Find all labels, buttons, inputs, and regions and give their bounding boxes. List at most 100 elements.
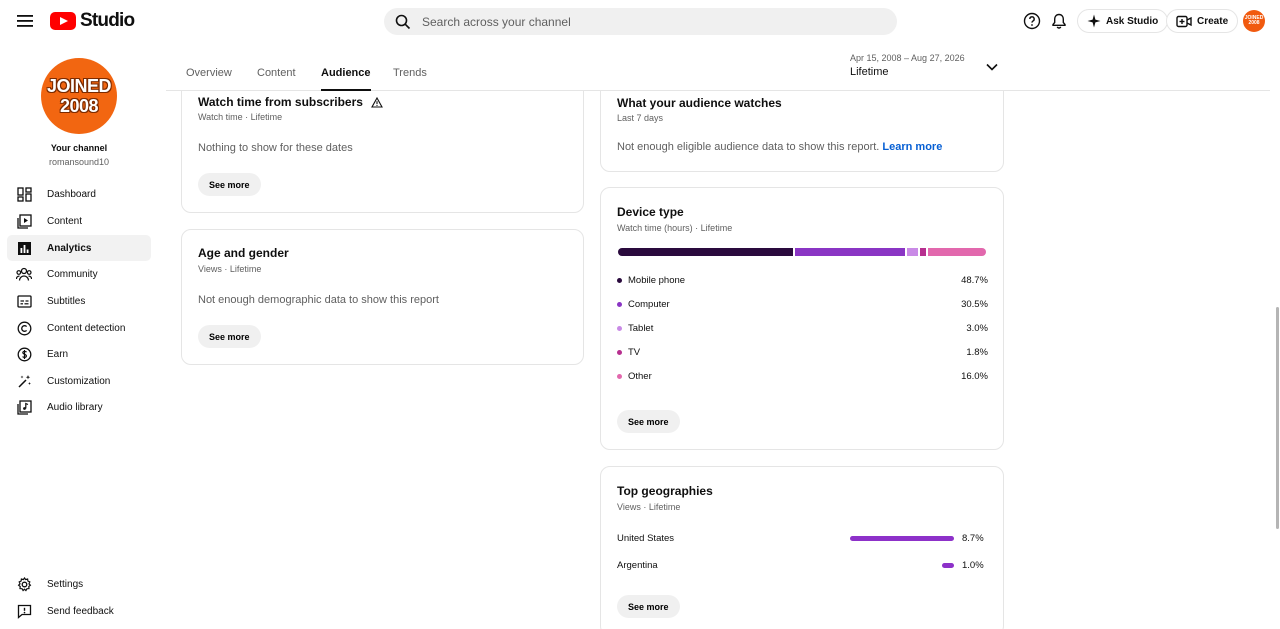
device-type-card: Device type Watch time (hours) · Lifetim… (600, 187, 1004, 450)
see-more-button[interactable]: See more (617, 595, 680, 618)
legend-dot (617, 277, 622, 283)
card-subtitle: Last 7 days (617, 113, 664, 123)
create-label: Create (1197, 15, 1229, 27)
legend-dot (617, 325, 622, 331)
card-title-wrapper: Watch time from subscribers (198, 95, 383, 109)
sidebar-item-label: Dashboard (47, 188, 96, 200)
analytics-icon (16, 240, 32, 256)
device-label: Computer (628, 298, 670, 310)
sidebar-item-label: Community (47, 268, 98, 280)
device-legend-row: Computer 30.5% (617, 297, 988, 311)
sidebar-item-content-detection[interactable]: Content detection (7, 315, 151, 341)
date-range-text: Apr 15, 2008 – Aug 27, 2026 (850, 53, 965, 63)
sidebar-item-label: Earn (47, 348, 69, 360)
chevron-down-icon[interactable] (984, 59, 1000, 75)
analytics-tabs: Overview Content Audience Trends Apr 15,… (166, 42, 1270, 91)
sidebar-item-earn[interactable]: Earn (7, 341, 151, 367)
geography-row: United States 8.7% (617, 532, 985, 546)
warning-icon[interactable] (371, 96, 383, 108)
card-title: What your audience watches (617, 96, 782, 110)
card-title: Age and gender (198, 246, 289, 260)
tab-audience[interactable]: Audience (321, 67, 371, 91)
legend-dot (617, 301, 622, 307)
account-avatar[interactable]: JOINED 2008 (1243, 10, 1265, 32)
device-label: TV (628, 346, 641, 358)
sidebar-item-customization[interactable]: Customization (7, 368, 151, 394)
channel-avatar-line1: JOINED (46, 76, 112, 96)
sidebar-item-community[interactable]: Community (7, 261, 151, 287)
date-range-preset: Lifetime (850, 66, 889, 78)
channel-handle: romansound10 (48, 157, 110, 167)
sidebar-item-label: Content detection (47, 322, 126, 334)
device-bar-segment[interactable] (919, 248, 927, 256)
sparkle-icon (1087, 14, 1101, 28)
legend-dot (617, 373, 622, 379)
device-value: 1.8% (966, 346, 988, 358)
device-label: Other (628, 370, 652, 382)
card-title: Watch time from subscribers (198, 95, 363, 109)
device-bar-segment[interactable] (795, 248, 906, 256)
search-icon[interactable] (394, 13, 412, 31)
sidebar-item-subtitles[interactable]: Subtitles (7, 288, 151, 314)
learn-more-link[interactable]: Learn more (882, 141, 942, 153)
card-message-text: Not enough eligible audience data to sho… (617, 141, 880, 153)
geography-name: Argentina (617, 560, 658, 571)
gear-icon (16, 576, 32, 592)
content-icon (16, 213, 32, 229)
account-avatar-text: JOINED 2008 (1244, 15, 1264, 26)
subtitles-icon (16, 293, 32, 309)
geography-value: 1.0% (962, 560, 984, 571)
device-value: 30.5% (961, 298, 988, 310)
tab-trends[interactable]: Trends (393, 67, 427, 91)
menu-button[interactable] (14, 10, 36, 32)
sidebar-item-label: Send feedback (47, 605, 114, 617)
your-channel-label: Your channel (50, 143, 108, 153)
sidebar-item-settings[interactable]: Settings (7, 571, 151, 597)
copyright-icon (16, 320, 32, 336)
channel-avatar[interactable]: JOINED 2008 (41, 58, 117, 134)
device-value: 48.7% (961, 274, 988, 286)
create-button[interactable]: Create (1166, 9, 1239, 33)
date-range-picker[interactable]: Apr 15, 2008 – Aug 27, 2026 Lifetime (850, 53, 965, 78)
card-subtitle: Views · Lifetime (617, 502, 681, 512)
feedback-icon (16, 603, 32, 619)
help-icon[interactable] (1022, 11, 1042, 31)
sidebar-item-send-feedback[interactable]: Send feedback (7, 598, 151, 624)
tab-overview[interactable]: Overview (186, 67, 232, 91)
see-more-button[interactable]: See more (198, 325, 261, 348)
sidebar-item-audio-library[interactable]: Audio library (7, 394, 151, 420)
see-more-button[interactable]: See more (617, 410, 680, 433)
search-input[interactable] (422, 14, 862, 29)
device-legend-row: Mobile phone 48.7% (617, 273, 988, 287)
device-value: 16.0% (961, 370, 988, 382)
sidebar-item-analytics[interactable]: Analytics (7, 235, 151, 261)
device-legend-row: Other 16.0% (617, 369, 988, 383)
search-bar[interactable] (384, 8, 897, 35)
sidebar-item-label: Settings (47, 578, 84, 590)
studio-logo[interactable]: Studio (50, 10, 135, 32)
device-bar-segment[interactable] (928, 248, 986, 256)
sidebar-item-label: Audio library (47, 401, 103, 413)
dashboard-icon (16, 186, 32, 202)
device-bar-segment[interactable] (618, 248, 794, 256)
legend-dot (617, 349, 622, 355)
create-video-icon (1176, 15, 1192, 27)
device-stacked-bar (618, 248, 986, 256)
geography-row: Argentina 1.0% (617, 559, 985, 573)
sidebar-item-dashboard[interactable]: Dashboard (7, 181, 151, 207)
hamburger-icon (17, 15, 33, 27)
notifications-bell-icon[interactable] (1049, 11, 1069, 31)
device-bar-segment[interactable] (907, 248, 918, 256)
sidebar-item-label: Subtitles (47, 295, 86, 307)
device-legend-row: TV 1.8% (617, 345, 988, 359)
card-message: Not enough demographic data to show this… (198, 294, 439, 306)
geography-bar (850, 536, 954, 541)
tab-content[interactable]: Content (257, 67, 296, 91)
sidebar-item-content[interactable]: Content (7, 208, 151, 234)
see-more-button[interactable]: See more (198, 173, 261, 196)
card-message: Not enough eligible audience data to sho… (617, 141, 942, 153)
earn-icon (16, 346, 32, 362)
ask-studio-button[interactable]: Ask Studio (1077, 9, 1169, 33)
scrollbar-thumb[interactable] (1276, 307, 1279, 529)
channel-avatar-line2: 2008 (59, 96, 99, 116)
